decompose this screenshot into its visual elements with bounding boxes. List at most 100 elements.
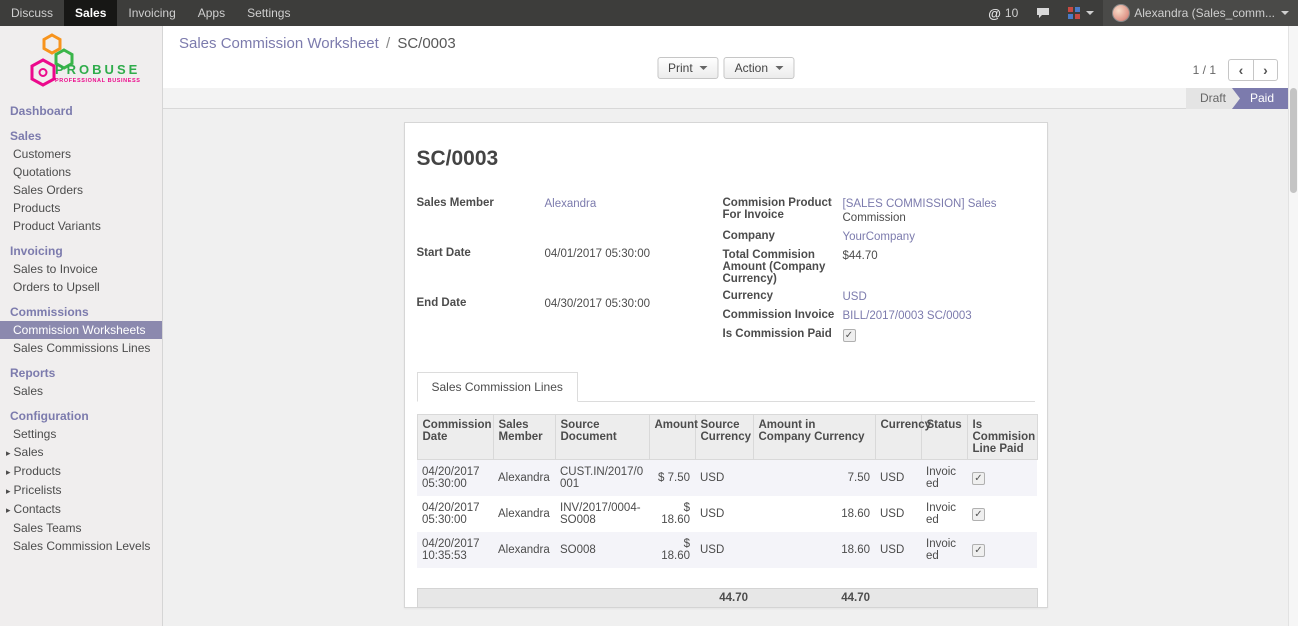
line-paid-checkbox[interactable]: ✓ (972, 508, 985, 521)
sidebar-item-label: Settings (13, 427, 56, 441)
right-field-group: Commision Product For Invoice[SALES COMM… (723, 197, 1035, 342)
sidebar-section-dashboard[interactable]: Dashboard (0, 102, 162, 120)
checkbox-is-commission-paid[interactable]: ✓ (843, 329, 856, 342)
sidebar-item-label: Customers (13, 147, 71, 161)
sidebar-item-configuration-settings[interactable]: Settings (0, 425, 162, 443)
activities-menu[interactable]: @ 10 (979, 0, 1027, 26)
sidebar-item-label: Product Variants (13, 219, 101, 233)
sidebar-item-configuration-contacts[interactable]: ▸Contacts (0, 500, 162, 519)
sidebar-nav: DashboardSalesCustomersQuotationsSales O… (0, 102, 162, 555)
top-navbar: DiscussSalesInvoicingAppsSettings @ 10 A… (0, 0, 1298, 26)
sidebar-item-configuration-sales-teams[interactable]: Sales Teams (0, 519, 162, 537)
field-value-start-date: 04/01/2017 05:30:00 (545, 247, 717, 261)
debug-icon (1068, 7, 1080, 19)
column-header-currency[interactable]: Currency (875, 415, 921, 460)
user-menu[interactable]: Alexandra (Sales_comm... (1103, 0, 1298, 26)
control-panel: Sales Commission Worksheet / SC/0003 Pri… (163, 26, 1288, 88)
breadcrumb-separator: / (383, 35, 393, 52)
sidebar-item-label: Sales Commission Levels (13, 539, 150, 553)
status-draft[interactable]: Draft (1186, 88, 1240, 109)
field-text: 04/30/2017 05:30:00 (545, 298, 651, 310)
table-row[interactable]: 04/20/2017 05:30:00AlexandraINV/2017/000… (417, 496, 1037, 532)
field-link[interactable]: [SALES COMMISSION] Sales (843, 198, 997, 210)
field-link[interactable]: YourCompany (843, 231, 915, 243)
sidebar-item-label: Orders to Upsell (13, 280, 100, 294)
sidebar-item-sales-product-variants[interactable]: Product Variants (0, 217, 162, 235)
table-row[interactable]: 04/20/2017 05:30:00AlexandraCUST.IN/2017… (417, 460, 1037, 497)
cell-currency: USD (875, 460, 921, 497)
sidebar-section-configuration[interactable]: Configuration (0, 407, 162, 425)
menu-item-invoicing[interactable]: Invoicing (117, 0, 186, 26)
amount-company-total: 44.70 (753, 589, 875, 608)
pager-next-button[interactable]: › (1253, 59, 1278, 81)
sidebar-item-invoicing-orders-to-upsell[interactable]: Orders to Upsell (0, 278, 162, 296)
field-label-is-commission-paid: Is Commission Paid (723, 328, 843, 340)
breadcrumb-current: SC/0003 (397, 35, 455, 52)
line-paid-checkbox[interactable]: ✓ (972, 472, 985, 485)
sidebar-item-invoicing-sales-to-invoice[interactable]: Sales to Invoice (0, 260, 162, 278)
sidebar-section-invoicing[interactable]: Invoicing (0, 242, 162, 260)
cell-status: Invoiced (921, 532, 967, 568)
avatar (1112, 4, 1130, 22)
sidebar-item-sales-sales-orders[interactable]: Sales Orders (0, 181, 162, 199)
menu-item-settings[interactable]: Settings (236, 0, 301, 26)
menu-item-apps[interactable]: Apps (187, 0, 236, 26)
action-label: Action (735, 61, 768, 75)
cell-amount_company: 18.60 (753, 496, 875, 532)
menu-item-sales[interactable]: Sales (64, 0, 117, 26)
column-header-source-currency[interactable]: Source Currency (695, 415, 753, 460)
column-header-source-document[interactable]: Source Document (555, 415, 649, 460)
field-label-currency: Currency (723, 290, 843, 302)
column-header-is-commision-line-paid[interactable]: Is Commision Line Paid (967, 415, 1037, 460)
tab-sales-commission-lines[interactable]: Sales Commission Lines (417, 372, 578, 402)
field-link[interactable]: Alexandra (545, 198, 597, 210)
column-header-amount[interactable]: Amount (649, 415, 695, 460)
sidebar-item-commissions-commission-worksheets[interactable]: Commission Worksheets (0, 321, 162, 339)
menu-item-discuss[interactable]: Discuss (0, 0, 64, 26)
sidebar-item-configuration-sales[interactable]: ▸Sales (0, 443, 162, 462)
pager-previous-button[interactable]: ‹ (1228, 59, 1253, 81)
cell-amount: $ 18.60 (649, 496, 695, 532)
column-header-sales-member[interactable]: Sales Member (493, 415, 555, 460)
scrollbar-thumb[interactable] (1290, 88, 1297, 193)
sidebar: PROBUSE PROFESSIONAL BUSINESS DashboardS… (0, 26, 163, 626)
sidebar-item-sales-customers[interactable]: Customers (0, 145, 162, 163)
sidebar-section-sales[interactable]: Sales (0, 127, 162, 145)
field-value-commission-invoice: BILL/2017/0003 SC/0003 (843, 309, 1035, 323)
cell-paid: ✓ (967, 496, 1037, 532)
sidebar-item-configuration-products[interactable]: ▸Products (0, 462, 162, 481)
column-header-amount-in-company-currency[interactable]: Amount in Company Currency (753, 415, 875, 460)
scrollbar[interactable] (1288, 26, 1298, 626)
sidebar-item-reports-sales[interactable]: Sales (0, 382, 162, 400)
cell-currency: USD (875, 496, 921, 532)
column-header-commission-date[interactable]: Commission Date (417, 415, 493, 460)
sidebar-section-commissions[interactable]: Commissions (0, 303, 162, 321)
status-paid[interactable]: Paid (1232, 88, 1288, 109)
chevron-right-icon: ▸ (6, 505, 11, 515)
sidebar-item-commissions-sales-commissions-lines[interactable]: Sales Commissions Lines (0, 339, 162, 357)
table-row[interactable]: 04/20/2017 10:35:53AlexandraSO008$ 18.60… (417, 532, 1037, 568)
field-link[interactable]: BILL/2017/0003 SC/0003 (843, 310, 972, 322)
debug-menu[interactable] (1059, 0, 1103, 26)
print-button[interactable]: Print (657, 57, 719, 79)
amount-total: 44.70 (649, 589, 753, 608)
table-body: 04/20/2017 05:30:00AlexandraCUST.IN/2017… (417, 460, 1037, 569)
sidebar-item-sales-products[interactable]: Products (0, 199, 162, 217)
field-value-company: YourCompany (843, 230, 1035, 244)
field-link[interactable]: USD (843, 291, 867, 303)
sidebar-section-reports[interactable]: Reports (0, 364, 162, 382)
totals-spacer (417, 589, 649, 608)
messages-menu[interactable] (1027, 0, 1059, 26)
chevron-right-icon: ▸ (6, 448, 11, 458)
sidebar-item-configuration-sales-commission-levels[interactable]: Sales Commission Levels (0, 537, 162, 555)
breadcrumb-parent[interactable]: Sales Commission Worksheet (179, 35, 379, 52)
cell-date: 04/20/2017 10:35:53 (417, 532, 493, 568)
sidebar-item-configuration-pricelists[interactable]: ▸Pricelists (0, 481, 162, 500)
column-header-status[interactable]: Status (921, 415, 967, 460)
line-paid-checkbox[interactable]: ✓ (972, 544, 985, 557)
action-button[interactable]: Action (724, 57, 794, 79)
sidebar-item-sales-quotations[interactable]: Quotations (0, 163, 162, 181)
topbar-right: @ 10 Alexandra (Sales_comm... (979, 0, 1298, 26)
cell-status: Invoiced (921, 496, 967, 532)
field-label-commision-product-for-invoice: Commision Product For Invoice (723, 197, 843, 221)
